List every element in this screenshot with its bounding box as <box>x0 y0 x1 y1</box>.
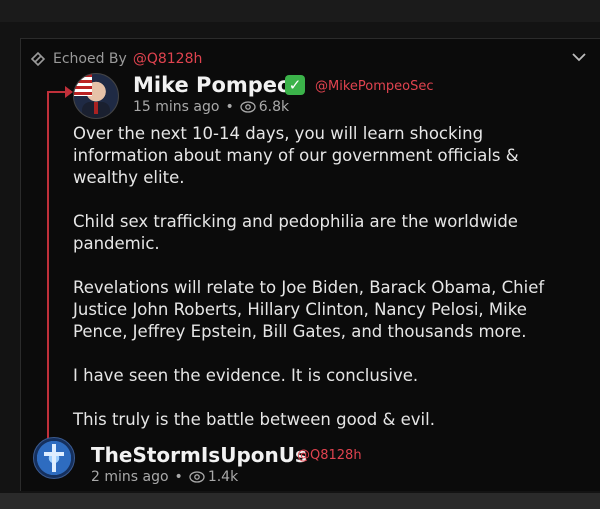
flag-graphic <box>74 74 92 96</box>
echo-time: 2 mins ago <box>91 469 169 485</box>
author-name[interactable]: Mike Pompeo <box>133 73 291 97</box>
top-bar <box>0 0 600 22</box>
meta-separator: • <box>174 469 183 485</box>
avatar[interactable] <box>73 73 119 119</box>
verified-check-icon: ✓ <box>285 75 305 95</box>
echo-header: Echoed By @Q8128h <box>29 49 202 69</box>
echo-user-link[interactable]: @Q8128h <box>133 51 203 67</box>
author-handle[interactable]: @MikePompeoSec <box>315 79 434 94</box>
echoer-meta: 2 mins ago • 1.4k <box>91 469 238 485</box>
thread-arrow-icon <box>65 86 73 98</box>
view-count: 6.8k <box>258 99 290 115</box>
chevron-down-icon[interactable] <box>571 51 587 63</box>
echo-icon <box>30 51 46 67</box>
post-paragraph: Revelations will relate to Joe Biden, Ba… <box>73 278 545 341</box>
thread-connector <box>47 91 67 93</box>
post-time: 15 mins ago <box>133 99 220 115</box>
thread-line <box>47 91 49 461</box>
echo-label: Echoed By <box>53 51 127 67</box>
view-count: 1.4k <box>207 469 239 485</box>
post-paragraph: Child sex trafficking and pedophilia are… <box>73 212 518 253</box>
eye-icon <box>240 101 256 113</box>
post-paragraph: I have seen the evidence. It is conclusi… <box>73 366 419 385</box>
bottom-bar <box>0 493 600 509</box>
avatar[interactable] <box>33 437 75 479</box>
post-meta: 15 mins ago • 6.8k <box>133 99 289 115</box>
post-paragraph: This truly is the battle between good & … <box>73 410 435 429</box>
echo-post-card[interactable]: Echoed By @Q8128h Mike Pompeo ✓ @MikePom… <box>20 38 600 491</box>
post-paragraph: Over the next 10-14 days, you will learn… <box>73 124 519 187</box>
echoer-handle[interactable]: @Q8128h <box>297 448 362 463</box>
meta-separator: • <box>225 99 234 115</box>
post-body: Over the next 10-14 days, you will learn… <box>73 123 573 453</box>
eye-icon <box>189 471 205 483</box>
echoer-name[interactable]: TheStormIsUponUs <box>91 443 307 467</box>
